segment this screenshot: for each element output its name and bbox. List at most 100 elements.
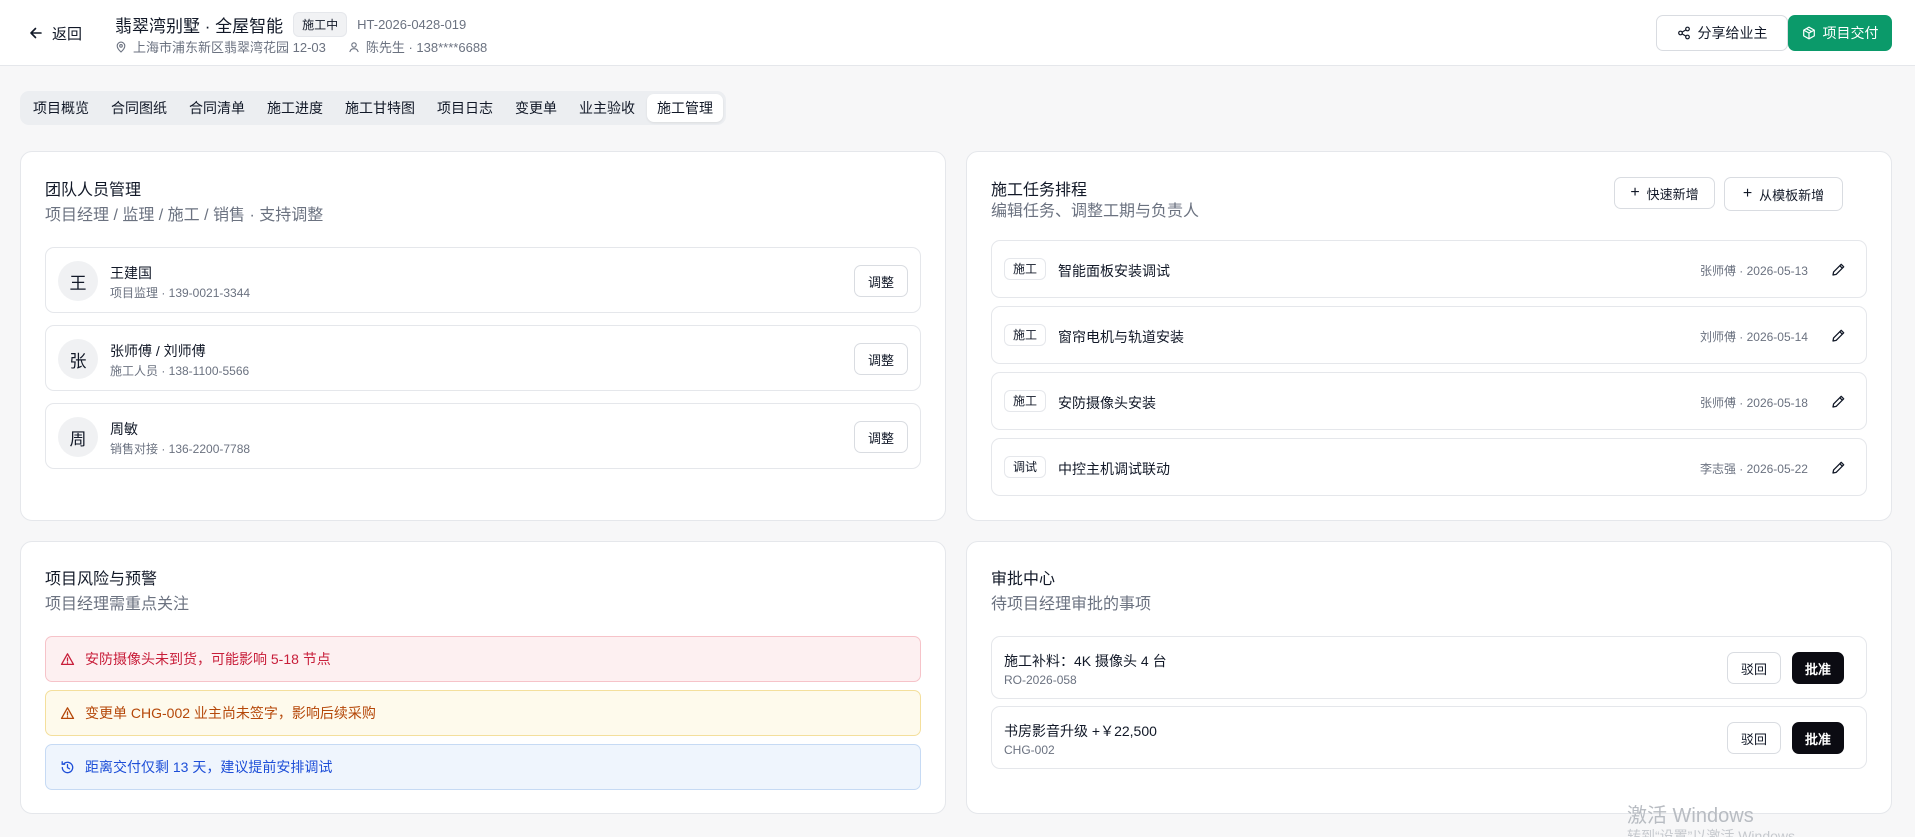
task-name: 安防摄像头安装 <box>1058 395 1156 411</box>
risk-alert-warning: 变更单 CHG-002 业主尚未签字，影响后续采购 <box>45 690 921 736</box>
team-member-row: 周 周敏 销售对接 · 136-2200-7788 调整 <box>45 403 921 469</box>
contract-number: HT-2026-0428-019 <box>357 17 467 32</box>
windows-activation-watermark: 激活 Windows <box>1627 805 1754 827</box>
back-button[interactable]: 返回 <box>28 22 82 44</box>
tab-log[interactable]: 项目日志 <box>427 94 503 122</box>
risk-text: 距离交付仅剩 13 天，建议提前安排调试 <box>85 759 333 775</box>
tab-construction-management[interactable]: 施工管理 <box>647 94 723 122</box>
task-type-tag: 施工 <box>1004 258 1047 280</box>
package-icon <box>1802 26 1815 40</box>
task-assignee-date: 刘师傅 · 2026-05-14 <box>1699 330 1808 344</box>
page-title: 翡翠湾别墅 · 全屋智能 <box>115 17 284 36</box>
risk-alert-info: 距离交付仅剩 13 天，建议提前安排调试 <box>45 744 921 790</box>
task-row[interactable]: 施工 窗帘电机与轨道安装 刘师傅 · 2026-05-14 <box>991 306 1867 364</box>
user-icon <box>349 41 359 52</box>
member-info: 销售对接 · 136-2200-7788 <box>110 442 251 456</box>
schedule-card: 施工任务排程 编辑任务、调整工期与负责人 + 快速新增 + 从模板新增 施工 智… <box>966 151 1892 521</box>
project-title-row: 翡翠湾别墅 · 全屋智能 施工中 HT-2026-0428-019 <box>115 12 466 37</box>
adjust-member-button[interactable]: 调整 <box>854 265 908 297</box>
risk-alert-danger: 安防摄像头未到货，可能影响 5-18 节点 <box>45 636 921 682</box>
task-type-tag: 施工 <box>1004 324 1047 346</box>
reject-button[interactable]: 驳回 <box>1727 722 1781 754</box>
share-to-owner-button[interactable]: 分享给业主 <box>1656 15 1788 51</box>
project-address: 上海市浦东新区翡翠湾花园 12-03 <box>133 40 326 55</box>
team-subtitle: 项目经理 / 监理 / 施工 / 销售 · 支持调整 <box>45 207 324 224</box>
task-row[interactable]: 施工 安防摄像头安装 张师傅 · 2026-05-18 <box>991 372 1867 430</box>
status-badge: 施工中 <box>293 12 348 37</box>
pencil-icon[interactable] <box>1831 394 1846 409</box>
tab-overview[interactable]: 项目概览 <box>23 94 99 122</box>
approval-item-title: 书房影音升级 +￥22,500 <box>1004 723 1157 739</box>
avatar: 张 <box>58 339 98 379</box>
approve-button[interactable]: 批准 <box>1792 652 1844 684</box>
schedule-subtitle: 编辑任务、调整工期与负责人 <box>991 203 1200 220</box>
team-title: 团队人员管理 <box>45 182 142 199</box>
reject-button[interactable]: 驳回 <box>1727 652 1781 684</box>
approval-row: 书房影音升级 +￥22,500 CHG-002 驳回 批准 <box>991 706 1867 769</box>
tab-bar: 项目概览 合同图纸 合同清单 施工进度 施工甘特图 项目日志 变更单 业主验收 … <box>20 91 726 125</box>
tab-gantt[interactable]: 施工甘特图 <box>335 94 425 122</box>
history-clock-icon <box>61 760 74 773</box>
warning-triangle-icon <box>60 652 75 665</box>
risks-title: 项目风险与预警 <box>45 571 158 588</box>
task-type-tag: 调试 <box>1004 456 1047 478</box>
task-name: 智能面板安装调试 <box>1058 263 1170 279</box>
member-info: 项目监理 · 139-0021-3344 <box>110 286 251 300</box>
deliver-label: 项目交付 <box>1822 25 1879 41</box>
project-deliver-button[interactable]: 项目交付 <box>1788 15 1892 51</box>
tab-progress[interactable]: 施工进度 <box>257 94 333 122</box>
pencil-icon[interactable] <box>1831 460 1846 475</box>
risk-text: 安防摄像头未到货，可能影响 5-18 节点 <box>85 651 331 667</box>
approval-item-title: 施工补料：4K 摄像头 4 台 <box>1004 653 1167 669</box>
pencil-icon[interactable] <box>1831 262 1846 277</box>
plus-icon: + <box>1630 184 1640 201</box>
task-assignee-date: 李志强 · 2026-05-22 <box>1699 462 1808 476</box>
approval-item-code: CHG-002 <box>1004 743 1055 757</box>
task-name: 窗帘电机与轨道安装 <box>1058 329 1184 345</box>
top-bar: 返回 翡翠湾别墅 · 全屋智能 施工中 HT-2026-0428-019 上海市… <box>0 0 1915 66</box>
warning-triangle-icon <box>60 706 75 719</box>
back-label: 返回 <box>52 25 83 43</box>
map-pin-icon <box>116 41 126 53</box>
team-member-row: 张 张师傅 / 刘师傅 施工人员 · 138-1100-5566 调整 <box>45 325 921 391</box>
approve-button[interactable]: 批准 <box>1792 722 1844 754</box>
approval-subtitle: 待项目经理审批的事项 <box>991 596 1152 613</box>
arrow-left-icon <box>30 27 42 39</box>
task-assignee-date: 张师傅 · 2026-05-13 <box>1699 264 1808 278</box>
approval-card: 审批中心 待项目经理审批的事项 施工补料：4K 摄像头 4 台 RO-2026-… <box>966 541 1892 814</box>
task-type-tag: 施工 <box>1004 390 1047 412</box>
member-name: 王建国 <box>110 265 152 281</box>
template-add-label: 从模板新增 <box>1759 187 1825 203</box>
quick-add-label: 快速新增 <box>1646 186 1699 202</box>
tab-contract-drawings[interactable]: 合同图纸 <box>101 94 177 122</box>
adjust-member-button[interactable]: 调整 <box>854 421 908 453</box>
risks-subtitle: 项目经理需重点关注 <box>45 596 190 613</box>
approval-item-code: RO-2026-058 <box>1004 673 1077 687</box>
tab-contract-list[interactable]: 合同清单 <box>179 94 255 122</box>
avatar: 王 <box>58 261 98 301</box>
template-add-button[interactable]: + 从模板新增 <box>1724 177 1843 211</box>
windows-activation-hint: 转到“设置”以激活 Windows。 <box>1627 828 1810 837</box>
tab-owner-acceptance[interactable]: 业主验收 <box>569 94 645 122</box>
plus-icon: + <box>1742 185 1753 202</box>
tab-change-orders[interactable]: 变更单 <box>505 94 567 122</box>
approval-title: 审批中心 <box>991 571 1056 588</box>
avatar: 周 <box>58 417 98 457</box>
task-assignee-date: 张师傅 · 2026-05-18 <box>1699 396 1808 410</box>
task-row[interactable]: 调试 中控主机调试联动 李志强 · 2026-05-22 <box>991 438 1867 496</box>
share-label: 分享给业主 <box>1697 25 1768 41</box>
member-name: 张师傅 / 刘师傅 <box>110 343 206 359</box>
quick-add-button[interactable]: + 快速新增 <box>1614 177 1715 209</box>
task-row[interactable]: 施工 智能面板安装调试 张师傅 · 2026-05-13 <box>991 240 1867 298</box>
risk-text: 变更单 CHG-002 业主尚未签字，影响后续采购 <box>85 705 376 721</box>
risks-card: 项目风险与预警 项目经理需重点关注 安防摄像头未到货，可能影响 5-18 节点 … <box>20 541 946 814</box>
task-name: 中控主机调试联动 <box>1058 461 1170 477</box>
pencil-icon[interactable] <box>1831 328 1846 343</box>
owner-contact: 陈先生 · 138****6688 <box>365 40 488 55</box>
project-meta: 上海市浦东新区翡翠湾花园 12-03 陈先生 · 138****6688 <box>115 37 487 56</box>
adjust-member-button[interactable]: 调整 <box>854 343 908 375</box>
approval-row: 施工补料：4K 摄像头 4 台 RO-2026-058 驳回 批准 <box>991 636 1867 699</box>
team-member-row: 王 王建国 项目监理 · 139-0021-3344 调整 <box>45 247 921 313</box>
team-card: 团队人员管理 项目经理 / 监理 / 施工 / 销售 · 支持调整 王 王建国 … <box>20 151 946 521</box>
member-name: 周敏 <box>110 421 138 437</box>
